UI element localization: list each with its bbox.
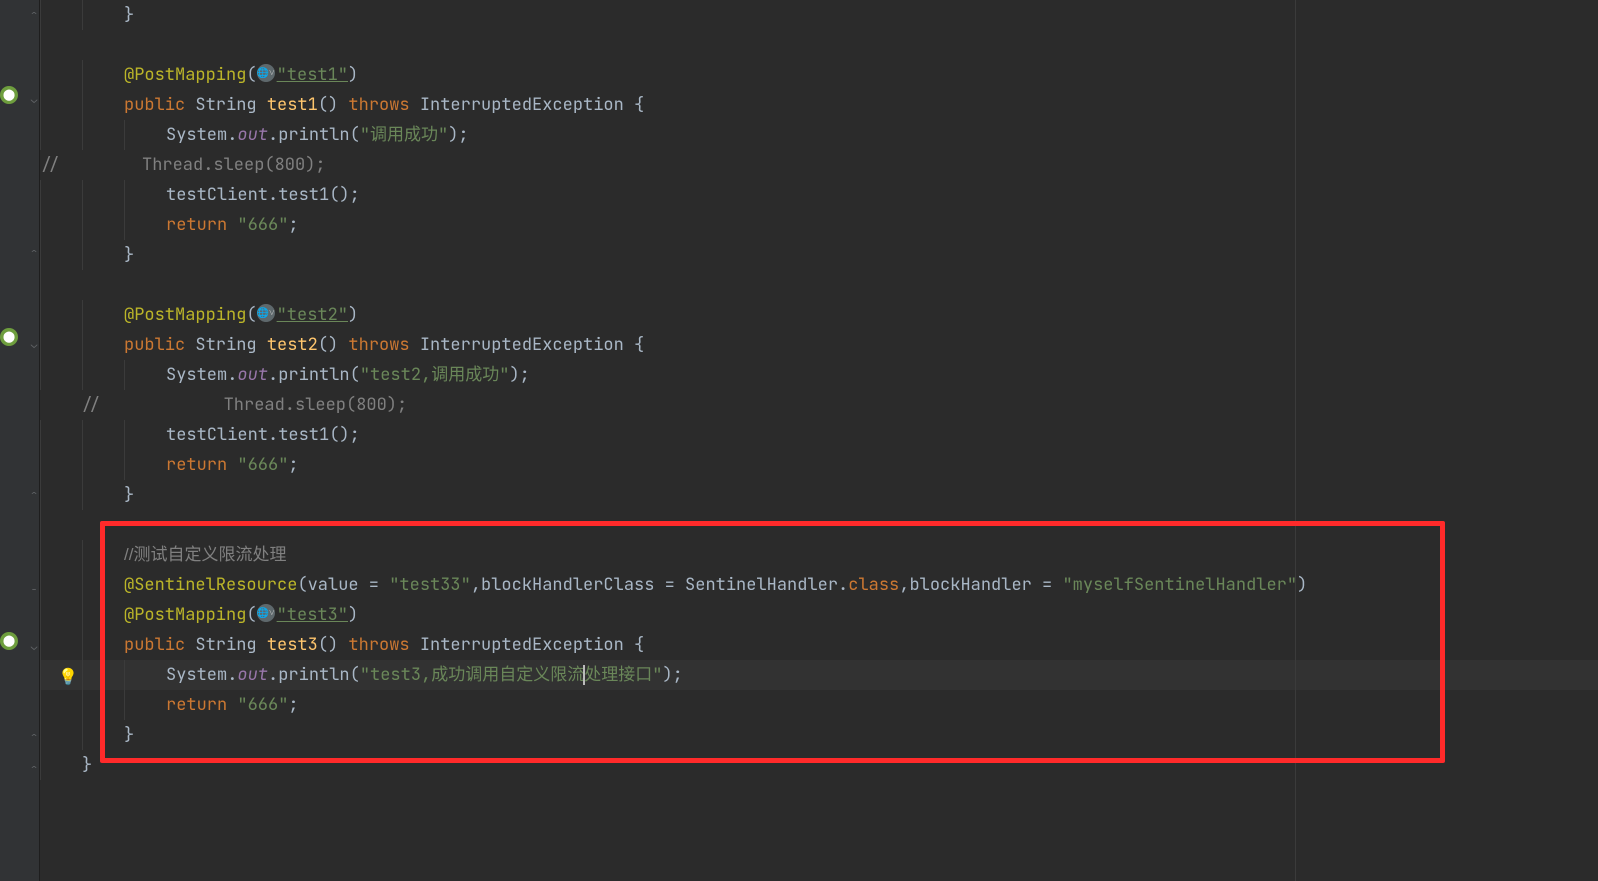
code-line: @SentinelResource(value = "test33",block… [40, 570, 1598, 600]
code-line [40, 30, 1598, 60]
annotation: @PostMapping [124, 604, 246, 626]
code-editor[interactable]: } @PostMapping(🌐˅"test1") public String … [40, 0, 1598, 881]
url-literal: "test3" [277, 604, 348, 626]
fold-start-icon[interactable]: ⌄ [29, 340, 39, 350]
right-margin-ruler [1295, 0, 1296, 881]
code-line: System.out.println("test2,调用成功"); [40, 360, 1598, 390]
code-line: } [40, 750, 1598, 780]
code-line: @PostMapping(🌐˅"test1") [40, 60, 1598, 90]
web-mapping-icon: 🌐˅ [257, 604, 275, 622]
fold-start-icon[interactable]: ⌄ [29, 95, 39, 105]
intention-bulb-icon[interactable]: 💡 [58, 662, 72, 676]
code-line: System.out.println("调用成功"); [40, 120, 1598, 150]
code-line: public String test1() throws Interrupted… [40, 90, 1598, 120]
code-line: //测试自定义限流处理 [40, 540, 1598, 570]
code-line: public String test3() throws Interrupted… [40, 630, 1598, 660]
code-line: @PostMapping(🌐˅"test2") [40, 300, 1598, 330]
fold-indicator-icon[interactable]: − [29, 585, 39, 595]
url-literal: "test2" [277, 304, 348, 326]
code-line: testClient.test1(); [40, 180, 1598, 210]
spring-endpoint-icon[interactable]: ⬤ [0, 632, 18, 650]
code-line: return "666"; [40, 210, 1598, 240]
fold-end-icon[interactable]: ⌃ [29, 732, 39, 742]
code-line: return "666"; [40, 690, 1598, 720]
code-line: testClient.test1(); [40, 420, 1598, 450]
code-line: } [40, 240, 1598, 270]
code-line: public String test2() throws Interrupted… [40, 330, 1598, 360]
method-name: test2 [267, 334, 318, 356]
code-line: @PostMapping(🌐˅"test3") [40, 600, 1598, 630]
method-name: test1 [267, 94, 318, 116]
fold-start-icon[interactable]: ⌄ [29, 642, 39, 652]
fold-end-icon[interactable]: ⌃ [29, 490, 39, 500]
code-line-current: System.out.println("test3,成功调用自定义限流处理接口"… [40, 660, 1598, 690]
web-mapping-icon: 🌐˅ [257, 304, 275, 322]
code-line: return "666"; [40, 450, 1598, 480]
code-line [40, 510, 1598, 540]
spring-endpoint-icon[interactable]: ⬤ [0, 328, 18, 346]
fold-end-icon[interactable]: ⌃ [29, 10, 39, 20]
fold-end-icon[interactable]: ⌃ [29, 764, 39, 774]
code-line [40, 270, 1598, 300]
editor-gutter[interactable]: ⌃ ⬤ ⌄ ⌃ ⬤ ⌄ ⌃ − ⬤ ⌄ 💡 ⌃ ⌃ [0, 0, 40, 881]
web-mapping-icon: 🌐˅ [257, 64, 275, 82]
code-line: // Thread.sleep(800); [40, 150, 1598, 180]
annotation: @PostMapping [124, 304, 246, 326]
code-line: } [40, 720, 1598, 750]
spring-endpoint-icon[interactable]: ⬤ [0, 86, 18, 104]
fold-end-icon[interactable]: ⌃ [29, 248, 39, 258]
annotation: @PostMapping [124, 64, 246, 86]
code-line: // Thread.sleep(800); [40, 390, 1598, 420]
annotation: @SentinelResource [124, 574, 297, 596]
code-line: } [40, 480, 1598, 510]
code-line: } [40, 0, 1598, 30]
url-literal: "test1" [277, 64, 348, 86]
method-name: test3 [267, 634, 318, 656]
